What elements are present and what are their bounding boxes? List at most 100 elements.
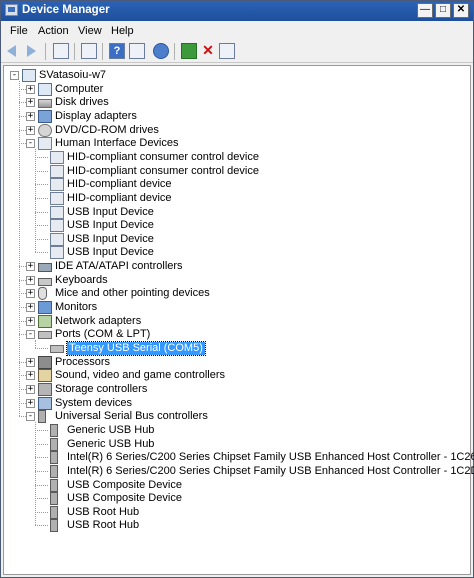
close-button[interactable]: ✕ <box>453 3 469 18</box>
usb-icon <box>50 451 58 465</box>
device-item[interactable]: Teensy USB Serial (COM5) <box>4 341 470 356</box>
expand-toggle[interactable]: + <box>26 303 35 313</box>
ide-controller-icon <box>38 263 52 273</box>
device-item[interactable]: HID-compliant device <box>4 191 470 205</box>
expand-toggle[interactable]: + <box>26 289 35 299</box>
tree-connector <box>35 252 48 254</box>
back-icon[interactable] <box>7 45 16 57</box>
tree-connector <box>35 184 48 186</box>
help-icon[interactable]: ? <box>109 43 125 59</box>
device-label: USB Root Hub <box>67 519 140 532</box>
category-item[interactable]: + Mice and other pointing devices <box>4 287 470 301</box>
menu-action[interactable]: Action <box>38 25 69 37</box>
view-icon[interactable] <box>129 43 145 59</box>
tree-connector <box>19 334 26 336</box>
device-item[interactable]: USB Root Hub <box>4 505 470 519</box>
category-item[interactable]: + Sound, video and game controllers <box>4 369 470 383</box>
computer-icon <box>38 82 52 96</box>
category-label: Human Interface Devices <box>55 137 179 150</box>
expand-toggle[interactable]: + <box>26 357 35 367</box>
device-item[interactable]: USB Input Device <box>4 246 470 260</box>
uninstall-icon[interactable]: ✕ <box>200 43 216 59</box>
collapse-toggle[interactable]: - <box>26 412 35 422</box>
category-label: IDE ATA/ATAPI controllers <box>55 260 183 273</box>
tree-connector <box>35 511 48 513</box>
category-item[interactable]: + Disk drives <box>4 96 470 109</box>
category-item[interactable]: + Processors <box>4 355 470 369</box>
device-item[interactable]: USB Root Hub <box>4 519 470 533</box>
maximize-button[interactable]: □ <box>435 3 451 18</box>
menu-file[interactable]: File <box>10 25 28 37</box>
expand-toggle[interactable]: + <box>26 371 35 381</box>
device-item[interactable]: HID-compliant consumer control device <box>4 150 470 164</box>
disable-icon[interactable] <box>219 43 235 59</box>
category-item[interactable]: + Display adapters <box>4 109 470 123</box>
tree-connector <box>35 470 48 472</box>
network-adapter-icon <box>38 314 52 328</box>
tree-connector <box>35 170 48 172</box>
usb-icon <box>50 505 58 519</box>
expand-toggle[interactable]: + <box>26 398 35 408</box>
update-driver-icon[interactable] <box>181 43 197 59</box>
hid-icon <box>50 178 64 192</box>
display-adapter-icon <box>38 109 52 123</box>
title-bar[interactable]: Device Manager — □ ✕ <box>1 1 473 21</box>
toolbar-separator <box>45 43 46 60</box>
device-label: USB Input Device <box>67 205 154 218</box>
expand-toggle[interactable]: + <box>26 111 35 121</box>
category-item[interactable]: + DVD/CD-ROM drives <box>4 123 470 137</box>
window-title: Device Manager <box>22 4 110 16</box>
device-item[interactable]: Generic USB Hub <box>4 423 470 437</box>
expand-toggle[interactable]: + <box>26 98 35 108</box>
device-item[interactable]: USB Composite Device <box>4 492 470 506</box>
device-label: HID-compliant device <box>67 191 172 204</box>
mouse-icon <box>38 287 47 301</box>
category-item[interactable]: + System devices <box>4 396 470 410</box>
category-item[interactable]: - Human Interface Devices <box>4 137 470 151</box>
device-item[interactable]: USB Input Device <box>4 232 470 246</box>
category-item[interactable]: + Storage controllers <box>4 382 470 396</box>
device-item[interactable]: Generic USB Hub <box>4 437 470 451</box>
keyboard-icon <box>38 277 52 286</box>
category-label: System devices <box>55 396 133 409</box>
device-tree[interactable]: - SVatasoiu-w7 + Computer + Disk drives + Displ… <box>3 65 474 575</box>
device-item[interactable]: USB Composite Device <box>4 478 470 492</box>
category-item[interactable]: - Universal Serial Bus controllers <box>4 410 470 424</box>
device-item[interactable]: HID-compliant device <box>4 178 470 192</box>
category-item[interactable]: + Monitors <box>4 301 470 315</box>
expand-toggle[interactable]: + <box>26 275 35 285</box>
collapse-toggle[interactable]: - <box>26 139 35 149</box>
tree-connector <box>35 225 48 227</box>
device-item[interactable]: USB Input Device <box>4 219 470 233</box>
device-item[interactable]: Intel(R) 6 Series/C200 Series Chipset Fa… <box>4 451 474 465</box>
minimize-button[interactable]: — <box>417 3 433 18</box>
tree-root[interactable]: - SVatasoiu-w7 <box>4 69 470 82</box>
menu-view[interactable]: View <box>78 25 102 37</box>
device-label: USB Root Hub <box>67 505 140 518</box>
device-item[interactable]: Intel(R) 6 Series/C200 Series Chipset Fa… <box>4 464 474 478</box>
category-item[interactable]: + Network adapters <box>4 314 470 328</box>
collapse-toggle[interactable]: - <box>26 330 35 340</box>
expand-toggle[interactable]: + <box>26 262 35 272</box>
properties-icon[interactable] <box>53 43 69 59</box>
device-item[interactable]: USB Input Device <box>4 205 470 219</box>
tree-connector <box>35 484 48 486</box>
scan-hardware-icon[interactable] <box>153 43 169 59</box>
category-item[interactable]: - Ports (COM & LPT) <box>4 328 470 341</box>
toolbar-separator <box>174 43 175 60</box>
category-item[interactable]: + IDE ATA/ATAPI controllers <box>4 260 470 273</box>
collapse-toggle[interactable]: - <box>10 71 19 80</box>
category-label: Computer <box>55 82 104 95</box>
category-item[interactable]: + Keyboards <box>4 274 470 287</box>
forward-icon[interactable] <box>27 45 36 57</box>
expand-toggle[interactable]: + <box>26 316 35 326</box>
expand-toggle[interactable]: + <box>26 384 35 394</box>
menu-bar: File Action View Help <box>1 21 473 40</box>
category-item[interactable]: + Computer <box>4 82 470 96</box>
device-item[interactable]: HID-compliant consumer control device <box>4 164 470 178</box>
expand-toggle[interactable]: + <box>26 125 35 135</box>
usb-icon <box>50 519 58 533</box>
menu-help[interactable]: Help <box>111 25 134 37</box>
show-hide-icon[interactable] <box>81 43 97 59</box>
expand-toggle[interactable]: + <box>26 84 35 94</box>
